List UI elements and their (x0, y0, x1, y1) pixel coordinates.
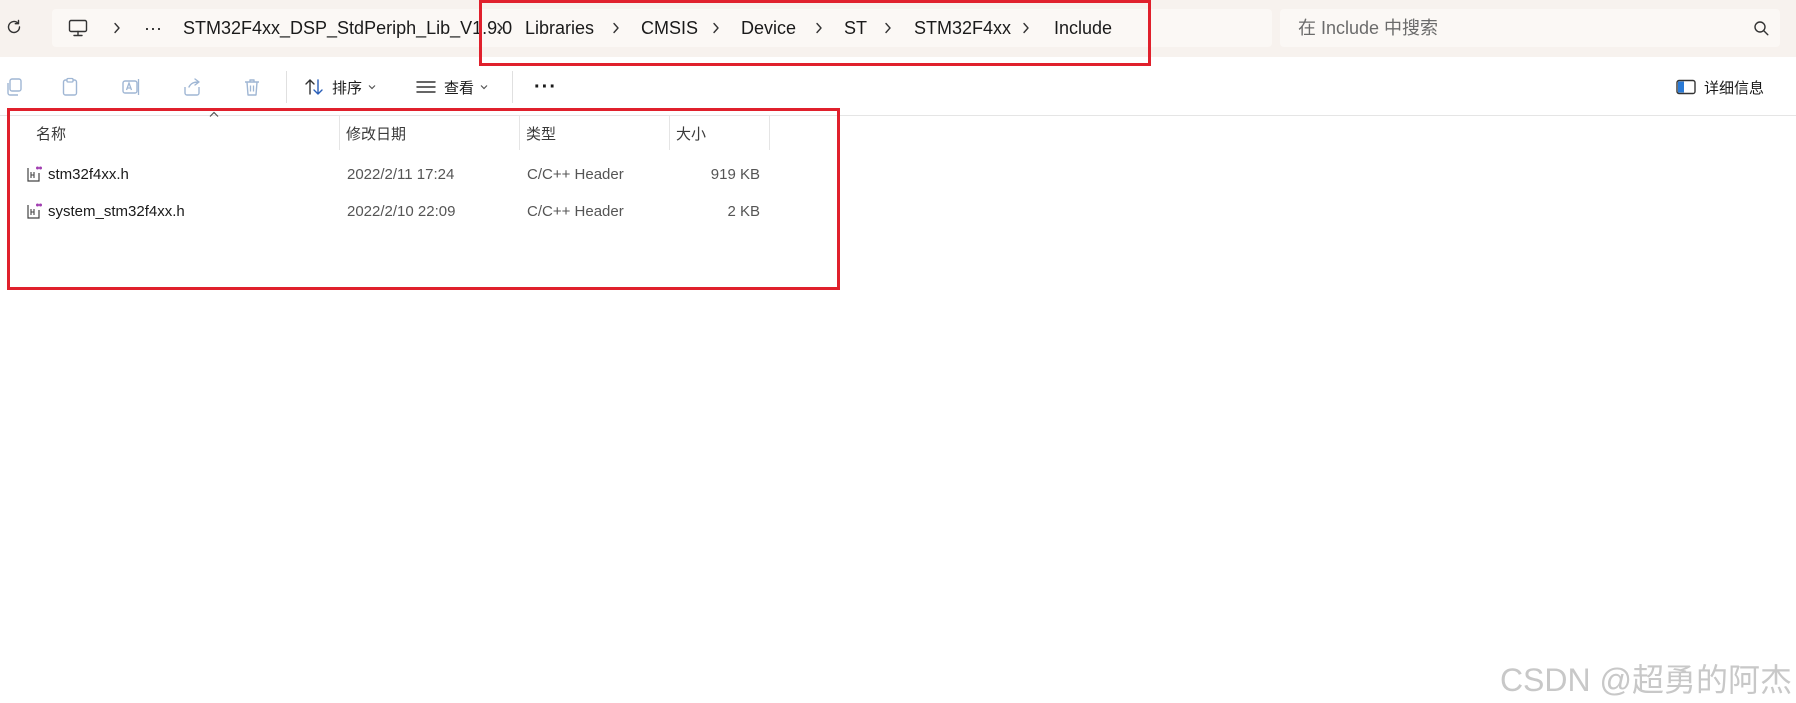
search-box (1280, 9, 1780, 47)
file-size: 919 KB (710, 165, 760, 183)
sort-button[interactable]: 排序 (304, 71, 376, 103)
file-size: 2 KB (727, 202, 760, 220)
chevron-right-icon[interactable] (609, 9, 623, 47)
file-row[interactable]: system_stm32f4xx.h 2022/2/10 22:09 C/C++… (20, 193, 760, 229)
breadcrumb-lib-root[interactable]: STM32F4xx_DSP_StdPeriph_Lib_V1.9.0 (183, 9, 512, 47)
toolbar-divider (286, 71, 287, 103)
chevron-right-icon[interactable] (493, 9, 507, 47)
chevron-down-icon (480, 85, 488, 90)
file-type: C/C++ Header (527, 165, 624, 183)
chevron-right-icon[interactable] (709, 9, 723, 47)
file-row[interactable]: stm32f4xx.h 2022/2/11 17:24 C/C++ Header… (20, 156, 760, 192)
delete-icon[interactable] (242, 77, 262, 97)
sort-label: 排序 (332, 79, 363, 97)
column-header-modified[interactable]: 修改日期 (340, 116, 520, 150)
address-bar: ··· STM32F4xx_DSP_StdPeriph_Lib_V1.9.0 L… (0, 0, 1796, 57)
breadcrumb-libraries[interactable]: Libraries (525, 9, 594, 47)
command-bar: 排序 查看 ··· 详细信息 (0, 57, 1796, 116)
paste-icon[interactable] (60, 77, 80, 97)
sort-icon (305, 79, 323, 95)
chevron-right-icon[interactable] (881, 9, 895, 47)
column-type-label: 类型 (526, 125, 557, 143)
column-size-label: 大小 (676, 125, 707, 143)
details-label: 详细信息 (1704, 79, 1765, 97)
more-options-button[interactable]: ··· (534, 71, 557, 103)
column-header-size[interactable]: 大小 (670, 116, 770, 150)
details-pane-button[interactable]: 详细信息 (1676, 71, 1764, 103)
file-name: system_stm32f4xx.h (48, 202, 185, 220)
breadcrumb-include[interactable]: Include (1054, 9, 1112, 47)
refresh-icon[interactable] (2, 15, 26, 39)
header-file-icon (27, 166, 42, 182)
this-pc-icon[interactable] (68, 9, 88, 47)
search-input[interactable] (1298, 9, 1718, 47)
chevron-right-icon[interactable] (812, 9, 826, 47)
rename-icon[interactable] (121, 77, 141, 97)
breadcrumb-cmsis[interactable]: CMSIS (641, 9, 698, 47)
column-header-type[interactable]: 类型 (520, 116, 670, 150)
file-type: C/C++ Header (527, 202, 624, 220)
view-button[interactable]: 查看 (416, 71, 488, 103)
column-header-name[interactable]: 名称 (30, 111, 340, 150)
copy-icon[interactable] (4, 77, 24, 97)
breadcrumb-overflow[interactable]: ··· (144, 9, 162, 47)
column-name-label: 名称 (36, 125, 67, 143)
chevron-right-icon[interactable] (1019, 9, 1033, 47)
breadcrumb-st[interactable]: ST (844, 9, 867, 47)
breadcrumb-stm32f4xx[interactable]: STM32F4xx (914, 9, 1011, 47)
sort-ascending-icon (209, 111, 219, 117)
header-file-icon (27, 203, 42, 219)
file-modified: 2022/2/11 17:24 (347, 165, 455, 183)
toolbar-divider (512, 71, 513, 103)
watermark-text: CSDN @超勇的阿杰 (1499, 662, 1792, 698)
file-name: stm32f4xx.h (48, 165, 129, 183)
column-modified-label: 修改日期 (346, 125, 407, 143)
search-icon[interactable] (1752, 19, 1770, 37)
details-pane-icon (1676, 79, 1696, 95)
chevron-down-icon (368, 85, 376, 90)
view-label: 查看 (444, 79, 475, 97)
share-icon[interactable] (182, 77, 202, 97)
chevron-right-icon[interactable] (110, 9, 124, 47)
file-modified: 2022/2/10 22:09 (347, 202, 456, 220)
list-view-icon (416, 81, 436, 93)
breadcrumb-device[interactable]: Device (741, 9, 796, 47)
